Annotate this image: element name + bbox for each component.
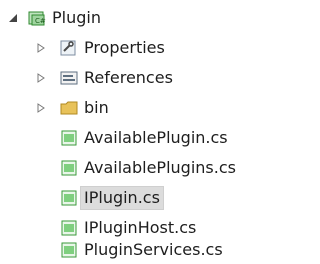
csharp-project-icon: C# — [28, 10, 46, 26]
tree-node-project[interactable]: C# Plugin — [6, 4, 101, 32]
csharp-file-icon — [60, 130, 78, 146]
csharp-file-icon — [60, 220, 78, 236]
expand-collapse-triangle-icon[interactable] — [6, 11, 20, 25]
project-label: Plugin — [52, 8, 101, 27]
expand-arrow-icon[interactable] — [34, 41, 48, 55]
tree-node-file[interactable]: AvailablePlugins.cs — [60, 154, 236, 182]
tree-node-label: bin — [84, 98, 109, 117]
svg-text:C#: C# — [35, 17, 46, 25]
tree-node-properties[interactable]: Properties — [34, 34, 165, 62]
csharp-file-icon — [60, 190, 78, 206]
tree-node-label: Properties — [84, 38, 165, 57]
tree-node-label: IPlugin.cs — [80, 186, 164, 210]
csharp-file-icon — [60, 160, 78, 176]
tree-node-file[interactable]: PluginServices.cs — [60, 236, 223, 264]
tree-node-label: AvailablePlugin.cs — [84, 128, 228, 147]
tree-node-label: AvailablePlugins.cs — [84, 158, 236, 177]
tree-node-bin[interactable]: bin — [34, 94, 109, 122]
folder-icon — [60, 100, 78, 116]
tree-node-label: References — [84, 68, 173, 87]
tree-node-references[interactable]: References — [34, 64, 173, 92]
expand-arrow-icon[interactable] — [34, 71, 48, 85]
csharp-file-icon — [60, 242, 78, 258]
expand-arrow-icon[interactable] — [34, 101, 48, 115]
solution-explorer-tree: C# Plugin Properties References bin Avai… — [0, 0, 250, 259]
references-icon — [60, 70, 78, 86]
tree-node-file-selected[interactable]: IPlugin.cs — [60, 184, 164, 212]
tree-node-file[interactable]: AvailablePlugin.cs — [60, 124, 228, 152]
wrench-properties-icon — [60, 40, 78, 56]
